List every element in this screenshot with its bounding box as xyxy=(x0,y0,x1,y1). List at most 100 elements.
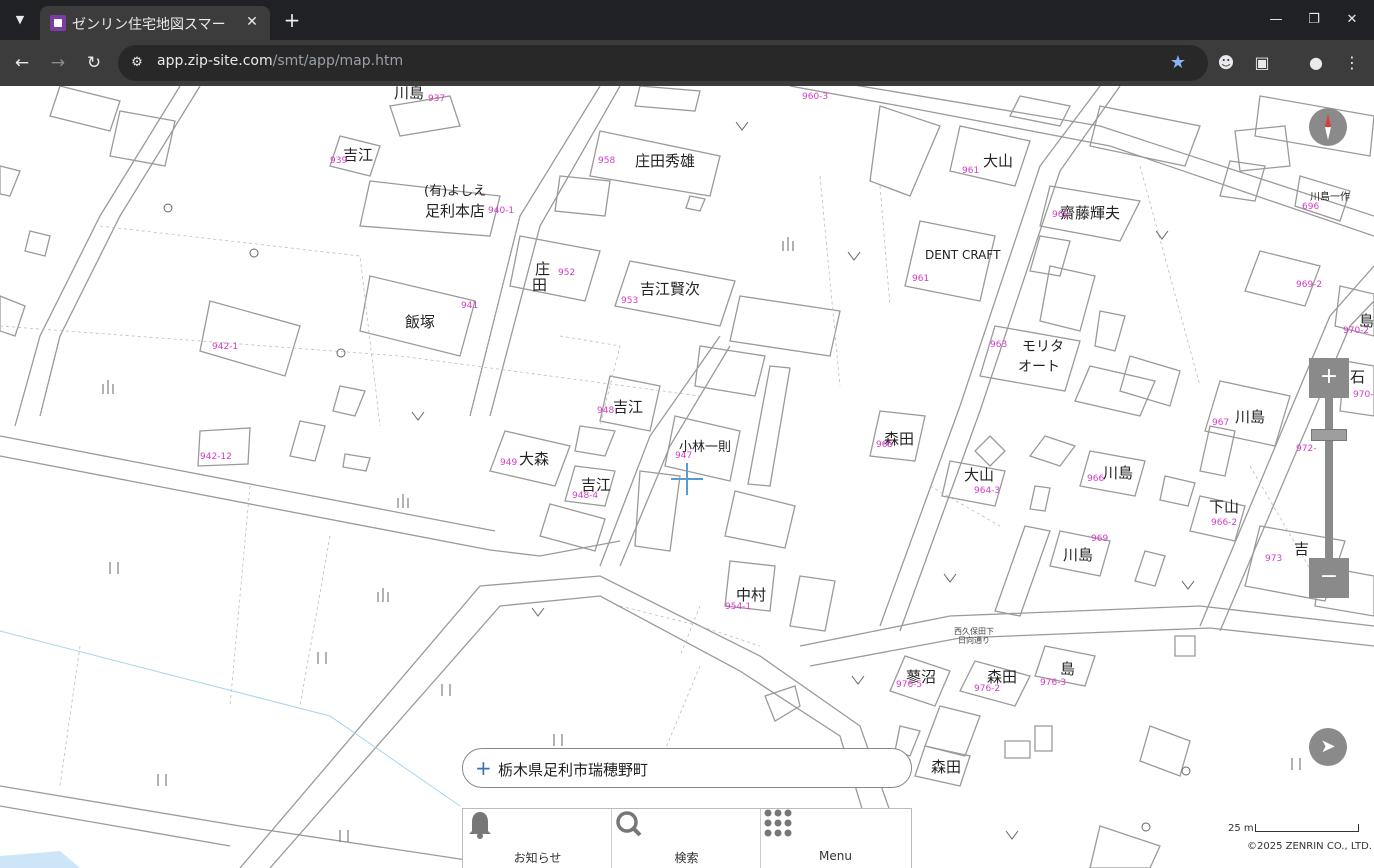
lot-number: 967 xyxy=(1212,418,1230,428)
lot-number: 939 xyxy=(330,156,348,166)
lot-number: 976-2 xyxy=(974,684,1001,694)
back-button[interactable]: ← xyxy=(10,51,34,75)
menu-main-button[interactable]: Menu xyxy=(761,809,910,868)
map-label: 庄田秀雄 xyxy=(635,152,696,170)
tune-icon: ⚙ xyxy=(131,55,143,70)
lot-number: 960-3 xyxy=(802,92,829,102)
lot-number: 941 xyxy=(461,301,479,311)
magnifier-icon xyxy=(616,811,642,837)
chevron-down-icon: ▼ xyxy=(15,13,25,26)
extensions-puzzle-icon[interactable]: ▣ xyxy=(1250,51,1274,75)
restore-button[interactable]: ❐ xyxy=(1302,8,1326,32)
lot-number: 966 xyxy=(1087,474,1105,484)
zenrin-favicon-icon xyxy=(50,15,66,31)
map-label: 下山 xyxy=(1209,498,1240,516)
lot-number: 948-4 xyxy=(572,491,599,501)
map-label: モリタ xyxy=(1022,339,1064,355)
tab-close-button[interactable]: ✕ xyxy=(242,12,262,32)
new-tab-button[interactable]: + xyxy=(280,8,304,32)
map-canvas[interactable]: 川島 吉江 庄田秀雄 大山 (有)よしえ 足利本店 齋藤輝夫 川島一作 吉江賢次… xyxy=(0,86,1374,868)
tab-title: ゼンリン住宅地図スマー xyxy=(72,17,226,33)
map-label: 大山 xyxy=(983,152,1014,170)
more-vert-icon[interactable]: ⋮ xyxy=(1340,51,1364,75)
navigation-arrow-icon: ➤ xyxy=(1320,736,1336,757)
site-info-button[interactable]: ⚙ xyxy=(128,54,146,72)
map-label: 吉江賢次 xyxy=(640,280,701,298)
lot-number: 954-1 xyxy=(725,602,752,612)
center-crosshair-vertical xyxy=(686,463,688,495)
lot-number: 969-2 xyxy=(1296,280,1323,290)
map-label: オート xyxy=(1018,359,1060,375)
lot-number: 970-2 xyxy=(1343,326,1370,336)
map-label: (有)よしえ xyxy=(424,184,487,199)
current-location-button[interactable]: ➤ xyxy=(1309,728,1347,766)
map-label: 吉 xyxy=(1294,540,1310,558)
menu-notice-label: お知らせ xyxy=(513,851,562,865)
profile-account-icon[interactable]: ● xyxy=(1304,51,1328,75)
minimize-icon: — xyxy=(1269,12,1283,27)
bookmark-star-icon[interactable]: ★ xyxy=(1170,52,1186,73)
lot-number: 942-1 xyxy=(212,342,239,352)
lot-number: 976-3 xyxy=(1040,678,1067,688)
lot-number: 973 xyxy=(1265,554,1283,564)
menu-notice-button[interactable]: お知らせ xyxy=(463,809,612,868)
street-label: 日向通り xyxy=(958,636,990,645)
map-label: 吉江 xyxy=(343,146,374,164)
menu-search-label: 検索 xyxy=(674,851,699,865)
lot-number: 966-2 xyxy=(1211,518,1238,528)
lot-number: 963 xyxy=(990,340,1008,350)
map-label: 飯塚 xyxy=(405,313,436,331)
map-label: 川島 xyxy=(1235,408,1266,426)
map-label: 川島 xyxy=(1103,464,1134,482)
address-text: 栃木県足利市瑞穂野町 xyxy=(498,761,649,779)
lot-number: 940-1 xyxy=(488,206,515,216)
lot-number: 969 xyxy=(1091,534,1109,544)
map-label: 足利本店 xyxy=(425,202,486,220)
grid-dots-icon xyxy=(764,809,792,837)
minimize-button[interactable]: — xyxy=(1264,8,1288,32)
lot-number: 942-12 xyxy=(200,452,232,462)
lot-number: 947 xyxy=(675,451,693,461)
reload-button[interactable]: ↻ xyxy=(82,51,106,75)
map-label: 川島 xyxy=(1063,546,1094,564)
lot-number: 972- xyxy=(1296,444,1317,454)
lot-number: 948 xyxy=(597,406,615,416)
map-label: DENT CRAFT xyxy=(925,248,1001,262)
browser-toolbar: ← → ↻ ⚙ app.zip-site.com/smt/app/map.htm… xyxy=(0,40,1374,86)
map-label: 田 xyxy=(532,276,548,294)
window-close-button[interactable]: ✕ xyxy=(1340,8,1364,32)
lot-number: 964-3 xyxy=(974,486,1001,496)
lot-number: 962 xyxy=(1052,210,1070,220)
menu-search-button[interactable]: 検索 xyxy=(612,809,761,868)
compass-icon[interactable] xyxy=(1309,108,1347,146)
restore-icon: ❐ xyxy=(1308,12,1320,27)
plus-icon: + xyxy=(1319,364,1339,389)
arrow-left-icon: ← xyxy=(14,53,30,73)
url-path: /smt/app/map.htm xyxy=(272,53,404,69)
lot-number: 953 xyxy=(621,296,639,306)
arrow-right-icon: → xyxy=(50,53,66,73)
active-tab[interactable]: ゼンリン住宅地図スマー ✕ xyxy=(40,6,270,40)
map-label: 川島 xyxy=(394,86,425,102)
copyright-text: ©2025 ZENRIN CO., LTD. xyxy=(1247,841,1372,852)
url-host: app.zip-site.com xyxy=(157,53,273,69)
map-label: 大山 xyxy=(964,466,995,484)
map-label: 森田 xyxy=(931,758,962,776)
zoom-slider-handle[interactable] xyxy=(1311,429,1347,441)
incognito-spy-icon[interactable]: ☻ xyxy=(1214,51,1238,75)
forward-button[interactable]: → xyxy=(46,51,70,75)
lot-number: 970- xyxy=(1353,390,1374,400)
map-label: 川島一作 xyxy=(1310,192,1350,203)
zoom-slider-track[interactable] xyxy=(1325,398,1333,558)
map-label: 島 xyxy=(1060,660,1076,678)
tab-search-button[interactable]: ▼ xyxy=(8,8,32,32)
lot-number: 949 xyxy=(500,458,518,468)
plus-icon: + xyxy=(283,8,301,32)
address-display[interactable]: + 栃木県足利市瑞穂野町 xyxy=(462,748,912,788)
url-text[interactable]: app.zip-site.com/smt/app/map.htm xyxy=(157,53,403,69)
address-bar[interactable]: ⚙ app.zip-site.com/smt/app/map.htm ★ xyxy=(118,45,1208,81)
map-label: 大森 xyxy=(519,450,550,468)
close-icon: ✕ xyxy=(1346,12,1358,27)
zoom-out-button[interactable]: − xyxy=(1309,558,1349,598)
zoom-in-button[interactable]: + xyxy=(1309,358,1349,398)
